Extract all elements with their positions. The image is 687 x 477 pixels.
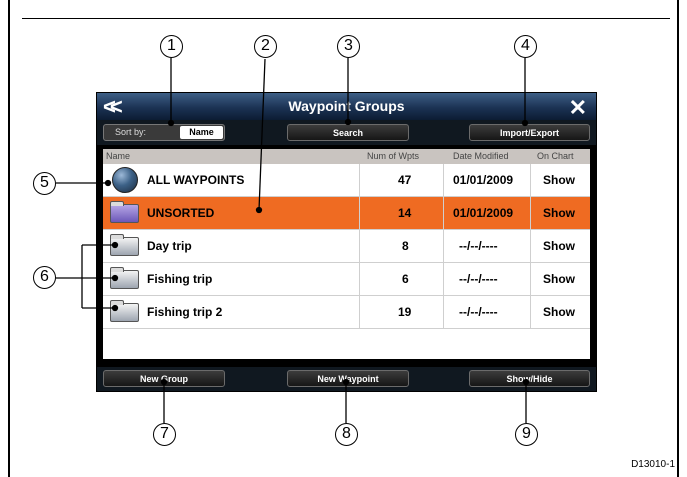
callout-6: 6 (33, 266, 56, 289)
callout-4: 4 (514, 35, 537, 58)
callout-leader-lines (56, 58, 530, 423)
callout-2: 2 (254, 35, 277, 58)
callout-9: 9 (515, 423, 538, 446)
callout-7: 7 (153, 423, 176, 446)
callout-8: 8 (335, 423, 358, 446)
callout-1: 1 (160, 35, 183, 58)
document-code: D13010-1 (631, 459, 675, 470)
callout-5: 5 (33, 172, 56, 195)
callout-3: 3 (337, 35, 360, 58)
